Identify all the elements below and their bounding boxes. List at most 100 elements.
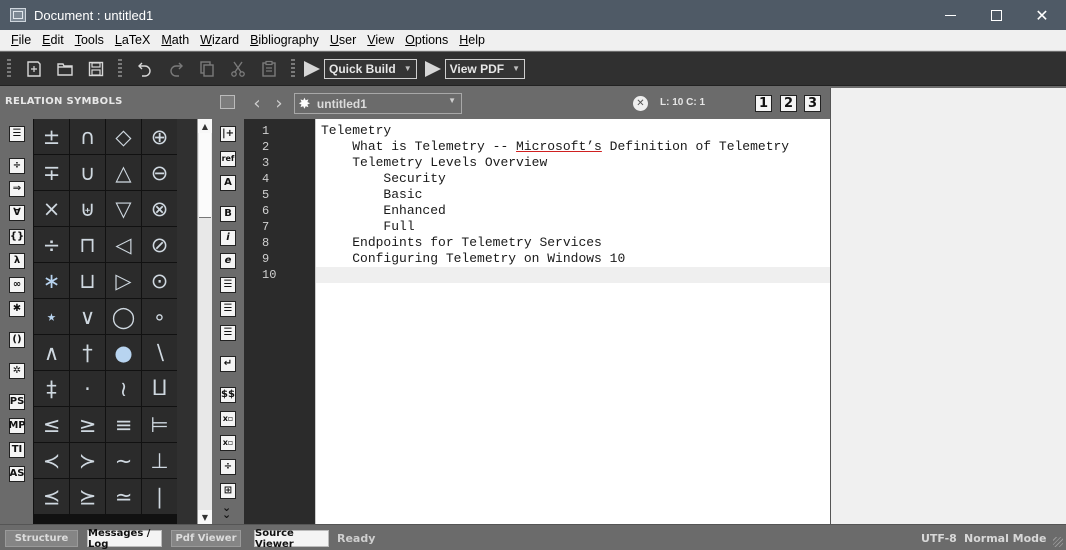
menu-math[interactable]: Math	[156, 30, 195, 51]
symbol-button[interactable]: ∣	[142, 479, 177, 514]
save-button[interactable]	[85, 58, 107, 80]
category-delimiters-button[interactable]: {}	[9, 229, 25, 245]
symbol-button[interactable]: ⊗	[142, 191, 177, 226]
tab-messages-log[interactable]: Messages / Log	[87, 528, 162, 550]
more-chevron-icon[interactable]: ⌄ ⌄	[222, 502, 231, 520]
symbol-button[interactable]: ⊙	[142, 263, 177, 298]
category-arrows-button[interactable]: ⇒	[9, 181, 25, 197]
tab-source-viewer[interactable]: Source Viewer	[254, 528, 329, 550]
encoding-indicator[interactable]: UTF-8	[921, 532, 957, 545]
symbol-button[interactable]: ∩	[70, 119, 105, 154]
symbol-button[interactable]: ⋆	[34, 299, 69, 334]
category-asymptote-button[interactable]: AS	[9, 466, 25, 482]
misspelled-word[interactable]: Microsoft’s	[516, 139, 602, 154]
symbol-button[interactable]: ⪰	[70, 479, 105, 514]
category-misc-math-button[interactable]: ∞	[9, 277, 25, 293]
mode-indicator[interactable]: Normal Mode	[964, 532, 1047, 545]
cut-button[interactable]	[227, 58, 249, 80]
matrix-button[interactable]: ⊞	[220, 483, 236, 499]
insert-label-button[interactable]: |+	[220, 126, 236, 142]
scroll-up-icon[interactable]: ▲	[198, 119, 212, 133]
symbol-button[interactable]: ▷	[106, 263, 141, 298]
emphasis-button[interactable]: e	[220, 253, 236, 269]
symbol-button[interactable]: ∘	[142, 299, 177, 334]
symbol-button[interactable]: ⊎	[70, 191, 105, 226]
symbol-button[interactable]: ⊖	[142, 155, 177, 190]
symbol-button[interactable]: ⊓	[70, 227, 105, 262]
editor-line[interactable]: Full	[321, 219, 414, 235]
panel-float-button[interactable]	[220, 95, 235, 109]
menu-wizard[interactable]: Wizard	[195, 30, 245, 51]
bookmark-3-button[interactable]: 3	[804, 95, 821, 112]
undo-button[interactable]	[134, 58, 156, 80]
source-editor[interactable]: Telemetry What is Telemetry -- Microsoft…	[315, 119, 830, 524]
symbol-button[interactable]: ⊔	[70, 263, 105, 298]
scrollbar-thumb[interactable]	[199, 133, 211, 218]
minimize-button[interactable]	[927, 0, 973, 30]
symbol-button[interactable]: ∓	[34, 155, 69, 190]
symbol-button[interactable]: ∨	[70, 299, 105, 334]
tab-structure[interactable]: Structure	[5, 530, 78, 547]
symbol-button[interactable]: ∧	[34, 335, 69, 370]
close-button[interactable]: ✕	[1019, 0, 1065, 30]
editor-line[interactable]: Configuring Telemetry on Windows 10	[321, 251, 625, 267]
symbol-button[interactable]: ⪯	[34, 479, 69, 514]
toolbar-grip[interactable]	[118, 58, 122, 79]
category-pstricks-button[interactable]: PS	[9, 394, 25, 410]
editor-line[interactable]: What is Telemetry -- Microsoft’s Definit…	[321, 139, 789, 155]
bookmark-1-button[interactable]: 1	[755, 95, 772, 112]
paste-button[interactable]	[258, 58, 280, 80]
maximize-button[interactable]	[973, 0, 1019, 30]
category-misc-button[interactable]: ∀	[9, 205, 25, 221]
symbol-button[interactable]: ×	[34, 191, 69, 226]
forward-icon[interactable]: ›	[268, 93, 290, 114]
menu-bibliography[interactable]: Bibliography	[245, 30, 325, 51]
category-left-right-button[interactable]: ()	[9, 332, 25, 348]
symbol-button[interactable]: ◇	[106, 119, 141, 154]
menu-file[interactable]: File	[0, 30, 37, 51]
symbol-button[interactable]: ●	[106, 335, 141, 370]
menu-edit[interactable]: Edit	[37, 30, 70, 51]
symbol-button[interactable]: ≺	[34, 443, 69, 478]
category-most-used-button[interactable]: ✱	[9, 301, 25, 317]
symbol-button[interactable]: ∼	[106, 443, 141, 478]
symbol-button[interactable]: ≻	[70, 443, 105, 478]
symbol-button[interactable]: ⊘	[142, 227, 177, 262]
document-selector[interactable]: ✸ untitled1 ▼	[294, 93, 462, 114]
symbol-button[interactable]: ≀	[106, 371, 141, 406]
view-pdf-dropdown[interactable]: View PDF ▼	[444, 58, 525, 79]
open-button[interactable]	[54, 58, 76, 80]
symbol-button[interactable]: ≤	[34, 407, 69, 442]
symbol-button[interactable]: ◁	[106, 227, 141, 262]
superscript-button[interactable]: x▫	[220, 435, 236, 451]
symbol-button[interactable]: ÷	[34, 227, 69, 262]
italic-button[interactable]: i	[220, 230, 236, 246]
menu-tools[interactable]: Tools	[69, 30, 109, 51]
editor-line[interactable]: Basic	[321, 187, 422, 203]
new-file-button[interactable]	[23, 58, 45, 80]
symbol-button[interactable]: ≥	[70, 407, 105, 442]
toolbar-grip[interactable]	[7, 58, 11, 79]
view-run-icon[interactable]	[424, 60, 441, 77]
align-right-button[interactable]: ☰	[220, 325, 236, 341]
symbol-button[interactable]: ∪	[70, 155, 105, 190]
font-size-button[interactable]: A	[220, 175, 236, 191]
symbol-button[interactable]: ‡	[34, 371, 69, 406]
menu-help[interactable]: Help	[454, 30, 491, 51]
close-document-button[interactable]: ✕	[633, 96, 648, 111]
menu-latex[interactable]: LaTeX	[109, 30, 155, 51]
insert-ref-button[interactable]: ref	[220, 151, 236, 167]
symbol-button[interactable]: ⨿	[142, 371, 177, 406]
menu-user[interactable]: User	[324, 30, 361, 51]
symbol-button[interactable]: ±	[34, 119, 69, 154]
scroll-down-icon[interactable]: ▼	[198, 510, 212, 524]
category-relation-button[interactable]: ÷	[9, 158, 25, 174]
bookmark-2-button[interactable]: 2	[780, 95, 797, 112]
symbol-button[interactable]: ·	[70, 371, 105, 406]
category-favorites-button[interactable]: ✲	[9, 363, 25, 379]
symbol-button[interactable]: ∖	[142, 335, 177, 370]
math-mode-button[interactable]: $$	[220, 387, 236, 403]
category-structure-list-button[interactable]: ☰	[9, 126, 25, 142]
symbol-button[interactable]: ⊨	[142, 407, 177, 442]
editor-line[interactable]: Endpoints for Telemetry Services	[321, 235, 602, 251]
